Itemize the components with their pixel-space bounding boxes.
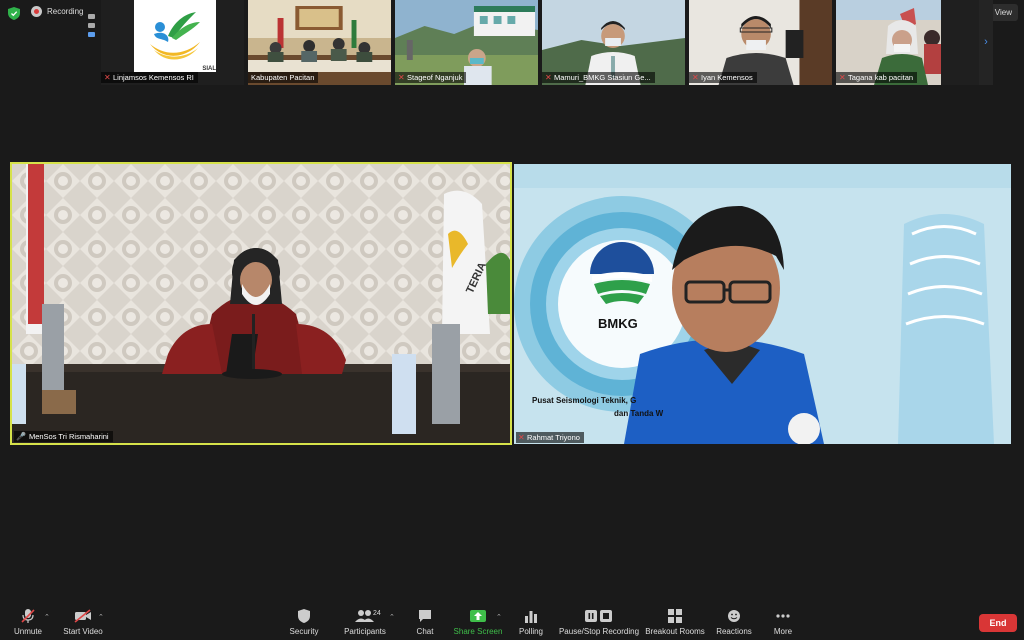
breakout-rooms-label: Breakout Rooms — [645, 627, 705, 636]
security-button[interactable]: Security — [284, 605, 324, 640]
participant-name-tag: 🎤 MenSos Tri Rismaharini — [14, 431, 113, 442]
page-dot — [88, 14, 95, 19]
participant-video — [12, 164, 510, 443]
breakout-rooms-button[interactable]: Breakout Rooms — [644, 605, 706, 640]
pause-stop-icon — [584, 608, 614, 624]
unmute-button[interactable]: Unmute — [8, 605, 48, 640]
muted-microphone-icon — [21, 608, 35, 624]
page-dot — [88, 23, 95, 28]
kemensos-logo-icon — [150, 12, 200, 60]
polling-chart-icon — [524, 608, 538, 624]
security-shield-icon — [298, 608, 310, 624]
share-screen-icon — [470, 608, 486, 624]
muted-mic-icon: ✕ — [104, 72, 111, 82]
participant-name-tag: ✕ Mamuri_BMKG Stasiun Ge... — [542, 72, 655, 83]
chat-label: Chat — [416, 627, 434, 636]
slide-caption: Pusat Seismologi Teknik, G — [532, 396, 637, 405]
page-dot-active — [88, 32, 95, 37]
start-video-label: Start Video — [63, 627, 103, 636]
participant-tile[interactable]: SIAL ✕ Linjamsos Kemensos RI — [101, 0, 244, 85]
view-button[interactable]: View — [988, 4, 1018, 21]
polling-button[interactable]: Polling — [514, 605, 548, 640]
participant-name: Rahmat Triyono — [527, 433, 580, 442]
participant-video: SIAL — [134, 0, 216, 72]
video-off-icon — [74, 608, 92, 624]
participant-tile[interactable]: ✕ Tagana kab pacitan — [836, 0, 979, 85]
participant-name-tag: ✕ Iyan Kemensos — [689, 72, 757, 83]
muted-mic-icon: ✕ — [839, 72, 846, 82]
muted-mic-icon: ✕ — [398, 72, 405, 82]
pause-stop-recording-button[interactable]: Pause/Stop Recording — [558, 605, 640, 640]
participant-tile[interactable]: ✕ Stageof Nganjuk — [395, 0, 538, 85]
participant-name-tag: Kabupaten Pacitan — [248, 72, 319, 83]
pause-recording-label: Pause/Stop Recording — [558, 627, 640, 636]
audio-options-caret-icon[interactable]: ⌃ — [44, 613, 50, 621]
more-label: More — [773, 627, 793, 636]
breakout-rooms-icon — [668, 608, 682, 624]
participant-tile[interactable]: ✕ Mamuri_BMKG Stasiun Ge... — [542, 0, 685, 85]
participant-name: Kabupaten Pacitan — [251, 73, 315, 82]
reactions-button[interactable]: Reactions — [712, 605, 756, 640]
participant-name-tag: ✕ Stageof Nganjuk — [395, 72, 467, 83]
participant-tile[interactable]: Kabupaten Pacitan — [248, 0, 391, 85]
security-shield-icon[interactable] — [8, 7, 20, 20]
reactions-label: Reactions — [716, 627, 752, 636]
participants-icon — [355, 608, 375, 624]
gallery-strip: SIAL ✕ Linjamsos Kemensos RI Kabupaten P… — [101, 0, 979, 85]
participant-name: Tagana kab pacitan — [848, 73, 914, 82]
security-label: Security — [289, 627, 319, 636]
participant-name-tag: ✕ Linjamsos Kemensos RI — [101, 72, 198, 83]
next-page-chevron-icon[interactable]: › — [979, 0, 993, 85]
share-screen-label: Share Screen — [453, 627, 503, 636]
polling-label: Polling — [518, 627, 543, 636]
end-meeting-button[interactable]: End — [979, 614, 1017, 632]
microphone-icon: 🎤 — [16, 432, 26, 441]
participants-options-caret-icon[interactable]: ⌃ — [389, 613, 395, 621]
participant-count: 24 — [373, 610, 381, 617]
chat-button[interactable]: Chat — [408, 605, 442, 640]
muted-mic-icon: ✕ — [692, 72, 699, 82]
recording-label: Recording — [47, 7, 84, 16]
participant-tile-active-speaker[interactable]: TERIA 🎤 MenSos Tri Rismaharini — [10, 162, 512, 445]
share-options-caret-icon[interactable]: ⌃ — [496, 613, 502, 621]
muted-mic-icon: ✕ — [545, 72, 552, 82]
video-options-caret-icon[interactable]: ⌃ — [98, 613, 104, 621]
recording-dot-icon — [31, 6, 42, 17]
participant-name: MenSos Tri Rismaharini — [28, 432, 109, 441]
start-video-button[interactable]: Start Video — [60, 605, 106, 640]
gallery-page-indicator[interactable] — [88, 14, 95, 37]
zoom-meeting-window: Recording View SIAL ✕ Linjamsos Kemensos… — [0, 0, 1024, 640]
bmkg-logo-text: BMKG — [598, 316, 638, 331]
logo-text: SIAL — [202, 66, 216, 72]
participant-name: Linjamsos Kemensos RI — [113, 73, 194, 82]
smiley-plus-icon — [727, 608, 741, 624]
participant-name: Mamuri_BMKG Stasiun Ge... — [554, 73, 651, 82]
participant-tile[interactable]: ✕ Iyan Kemensos — [689, 0, 832, 85]
participants-button[interactable]: Participants — [340, 605, 390, 640]
participant-name-tag: ✕ Tagana kab pacitan — [836, 72, 918, 83]
more-dots-icon — [776, 608, 790, 624]
participant-name: Iyan Kemensos — [701, 73, 753, 82]
unmute-label: Unmute — [13, 627, 42, 636]
participant-tile[interactable]: BMKG Pusat Seismologi Teknik, G dan Tand… — [514, 164, 1011, 444]
muted-mic-icon: ✕ — [518, 432, 525, 442]
more-button[interactable]: More — [766, 605, 800, 640]
recording-indicator[interactable]: Recording — [31, 6, 83, 17]
share-screen-button[interactable]: Share Screen — [452, 605, 504, 640]
participant-name-tag: ✕ Rahmat Triyono — [516, 432, 584, 443]
meeting-toolbar: Unmute ⌃ Start Video ⌃ Security Particip… — [0, 605, 1024, 640]
chat-bubble-icon — [418, 608, 432, 624]
slide-caption: dan Tanda W — [614, 409, 664, 418]
participants-label: Participants — [344, 627, 386, 636]
participant-name: Stageof Nganjuk — [407, 73, 463, 82]
